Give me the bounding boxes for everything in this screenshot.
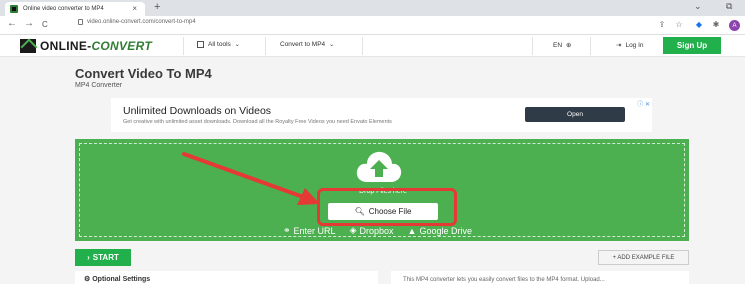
ad-banner[interactable]: Unlimited Downloads on Videos Get creati…: [111, 98, 652, 132]
tab-close-icon[interactable]: ×: [132, 4, 137, 13]
google-drive-link[interactable]: ▲ Google Drive: [408, 226, 472, 236]
login-label: Log In: [625, 41, 644, 49]
lock-icon: [78, 19, 83, 25]
convert-to-label: Convert to MP4: [280, 41, 326, 48]
all-tools-label: All tools: [208, 41, 231, 48]
page-title: Convert Video To MP4: [75, 66, 212, 81]
ad-title: Unlimited Downloads on Videos: [123, 105, 272, 117]
upload-cloud-icon: [356, 151, 402, 182]
ad-description: Get creative with unlimited asset downlo…: [123, 119, 392, 125]
back-button[interactable]: ←: [7, 18, 17, 29]
new-tab-button[interactable]: +: [154, 1, 160, 13]
convert-to-menu[interactable]: Convert to MP4 ⌄: [280, 41, 334, 48]
puzzle-icon[interactable]: ✱: [711, 19, 721, 29]
dropbox-link[interactable]: ◈ Dropbox: [350, 225, 394, 236]
nav-divider: [265, 37, 266, 55]
forward-button[interactable]: →: [24, 18, 34, 29]
address-bar: ← → C video.online-convert.com/convert-t…: [0, 16, 745, 35]
signup-button[interactable]: Sign Up: [663, 37, 721, 54]
red-annotation-arrow: [182, 152, 320, 205]
link-icon: ⚭: [283, 225, 291, 235]
all-tools-menu[interactable]: All tools ⌄: [197, 41, 240, 48]
browser-tab[interactable]: Online video converter to MP4 ×: [5, 2, 145, 16]
optional-settings-title[interactable]: ⚙ Optional Settings: [84, 275, 150, 283]
ad-choices-icon[interactable]: ⓘ ✕: [637, 99, 650, 108]
red-highlight-box: [317, 188, 457, 226]
extension-icon[interactable]: ◆: [694, 19, 704, 29]
ad-open-button[interactable]: Open: [525, 107, 625, 122]
login-link[interactable]: ⇥ Log In: [616, 41, 644, 50]
language-label: EN: [553, 41, 563, 49]
converter-description-text: This MP4 converter lets you easily conve…: [403, 277, 605, 283]
reload-button[interactable]: C: [42, 20, 48, 29]
login-icon: ⇥: [616, 42, 622, 49]
browser-tab-bar: Online video converter to MP4 × + ⌄ ⧉: [0, 0, 745, 16]
site-logo[interactable]: ONLINE-CONVERT: [20, 39, 152, 53]
logo-text: ONLINE-CONVERT: [40, 39, 152, 53]
nav-divider: [532, 37, 533, 55]
bookmark-star-icon[interactable]: ☆: [674, 19, 684, 29]
start-button[interactable]: › START: [75, 249, 131, 266]
chevron-down-icon: ⌄: [329, 42, 335, 48]
globe-icon: ⊕: [566, 42, 572, 49]
enter-url-link[interactable]: ⚭ Enter URL: [283, 225, 336, 236]
dropbox-icon: ◈: [349, 225, 357, 235]
nav-divider: [362, 37, 363, 55]
site-navbar: ONLINE-CONVERT All tools ⌄ Convert to MP…: [0, 35, 745, 57]
add-example-file-button[interactable]: + ADD EXAMPLE FILE: [598, 250, 689, 265]
page-subtitle: MP4 Converter: [75, 82, 123, 89]
google-drive-icon: ▲: [407, 225, 417, 236]
upload-sources: ⚭ Enter URL ◈ Dropbox ▲ Google Drive: [283, 225, 472, 236]
restore-icon[interactable]: ⧉: [726, 1, 732, 12]
minimize-icon[interactable]: ⌄: [694, 1, 702, 12]
optional-settings-card: ⚙ Optional Settings: [75, 271, 378, 284]
chevron-down-icon: ⌄: [234, 42, 240, 48]
language-selector[interactable]: EN ⊕: [553, 41, 572, 50]
chevron-right-icon: ›: [87, 253, 90, 262]
share-icon[interactable]: ⇪: [657, 19, 667, 29]
grid-icon: [197, 41, 204, 48]
url-text: video.online-convert.com/convert-to-mp4: [87, 19, 196, 25]
gear-icon: ⚙: [84, 276, 91, 283]
start-label: START: [92, 253, 119, 262]
profile-avatar[interactable]: A: [729, 20, 740, 31]
nav-divider: [183, 37, 184, 55]
logo-icon: [20, 39, 36, 53]
converter-description-card: This MP4 converter lets you easily conve…: [391, 271, 689, 284]
nav-divider: [590, 37, 591, 55]
site-favicon-icon: [10, 5, 18, 13]
tab-title: Online video converter to MP4: [23, 6, 104, 12]
url-field[interactable]: video.online-convert.com/convert-to-mp4: [78, 19, 196, 25]
